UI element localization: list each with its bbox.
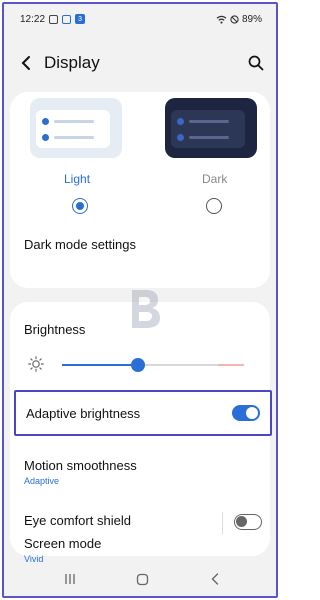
adaptive-brightness-row[interactable]: Adaptive brightness: [14, 390, 272, 436]
brightness-slider[interactable]: [62, 358, 244, 372]
watermark-logo: [132, 290, 160, 328]
navigation-bar: [4, 562, 276, 596]
light-preview-dot: [42, 134, 49, 141]
back-arrow-icon[interactable]: [20, 55, 32, 71]
phone-frame: 12:22 3 89% Display Light Dark Dark mode…: [2, 2, 278, 598]
brightness-slider-fill: [62, 364, 139, 366]
status-time: 12:22: [20, 13, 46, 25]
dark-preview-line: [189, 136, 229, 139]
sun-icon: [28, 356, 44, 372]
page-title: Display: [44, 53, 100, 72]
screen-mode-title: Screen mode: [24, 536, 102, 551]
light-theme-preview[interactable]: [30, 98, 122, 158]
do-not-disturb-icon: [230, 14, 239, 24]
wifi-icon: [216, 15, 227, 24]
dark-preview-line: [189, 120, 229, 123]
adaptive-brightness-toggle[interactable]: [232, 405, 260, 421]
back-nav-icon[interactable]: [210, 573, 220, 585]
row-divider: [222, 512, 223, 534]
home-icon[interactable]: [136, 573, 149, 586]
brightness-high-zone: [218, 364, 244, 366]
motion-smoothness-value: Adaptive: [24, 476, 60, 486]
brightness-slider-thumb[interactable]: [131, 358, 146, 372]
adaptive-brightness-label: Adaptive brightness: [26, 406, 141, 421]
dark-mode-label: Dark: [202, 172, 228, 186]
brightness-title: Brightness: [24, 322, 86, 337]
theme-card: Light Dark Dark mode settings: [10, 92, 270, 288]
light-mode-label: Light: [64, 172, 91, 186]
recent-apps-icon[interactable]: [64, 573, 76, 585]
dark-preview-dot: [177, 134, 184, 141]
light-preview-panel: [36, 110, 110, 148]
app-header: Display: [4, 34, 276, 92]
search-icon[interactable]: [248, 55, 264, 71]
screen-mode-row[interactable]: Screen mode Vivid: [24, 536, 101, 564]
light-preview-dot: [42, 118, 49, 125]
motion-smoothness-title: Motion smoothness: [24, 458, 137, 473]
battery-level: 89%: [241, 13, 262, 25]
notification-badge: 3: [75, 14, 86, 24]
light-preview-line: [54, 136, 94, 139]
app-notification-icon: [62, 14, 72, 24]
dark-preview-dot: [177, 118, 184, 125]
dark-mode-settings-link[interactable]: Dark mode settings: [24, 237, 136, 252]
light-preview-line: [54, 120, 94, 123]
brightness-card: Brightness Adaptive brightness Motion sm…: [10, 302, 272, 556]
dark-theme-preview[interactable]: [165, 98, 257, 158]
eye-comfort-row[interactable]: Eye comfort shield: [24, 512, 264, 534]
eye-comfort-title: Eye comfort shield: [24, 513, 131, 528]
light-mode-radio[interactable]: [72, 198, 88, 214]
eye-comfort-toggle[interactable]: [234, 514, 262, 530]
motion-smoothness-row[interactable]: Motion smoothness Adaptive: [24, 458, 137, 486]
gallery-notification-icon: [49, 14, 59, 24]
dark-preview-panel: [171, 110, 245, 148]
dark-mode-radio[interactable]: [206, 198, 222, 214]
status-bar: 12:22 3 89%: [4, 4, 276, 34]
